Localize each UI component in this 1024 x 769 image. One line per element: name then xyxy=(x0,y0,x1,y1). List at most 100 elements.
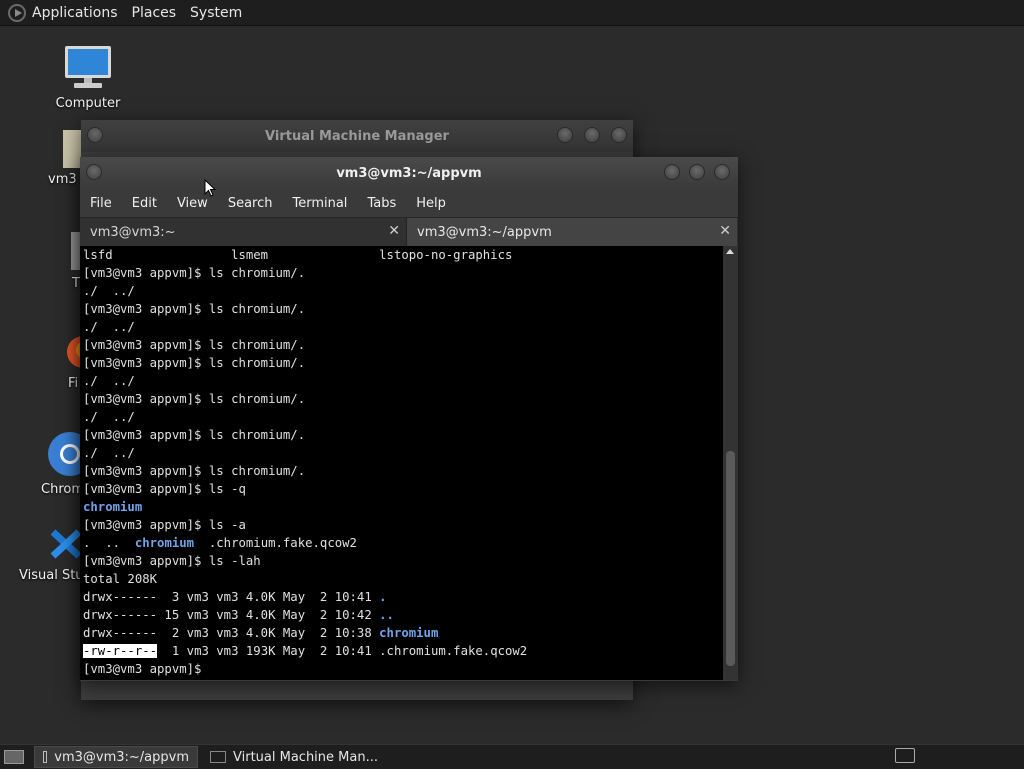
places-menu[interactable]: Places xyxy=(132,5,177,21)
applications-menu[interactable]: Applications xyxy=(32,5,118,21)
terminal-line: chromium xyxy=(80,498,723,516)
terminal-text: drwx------ 2 vm3 vm3 4.0K May 2 10:38 xyxy=(83,626,380,640)
terminal-text: ./ ../ xyxy=(83,284,135,298)
desktop-icon-computer[interactable]: Computer xyxy=(50,44,126,111)
terminal-line: drwx------ 3 vm3 vm3 4.0K May 2 10:41 . xyxy=(80,588,723,606)
taskbar-item-vmm[interactable]: Virtual Machine Man... xyxy=(202,746,386,768)
terminal-line: [vm3@vm3 appvm]$ ls -a xyxy=(80,516,723,534)
maximize-icon[interactable] xyxy=(689,164,705,180)
minimize-icon[interactable] xyxy=(557,127,573,143)
vmm-window-title: Virtual Machine Manager xyxy=(265,128,449,144)
terminal-line: [vm3@vm3 appvm]$ ls chromium/. xyxy=(80,390,723,408)
tab-label: vm3@vm3:~ xyxy=(90,224,176,240)
tab-close-icon[interactable]: ✕ xyxy=(388,223,400,239)
scrollbar-thumb[interactable] xyxy=(726,451,735,666)
terminal-line: ./ ../ xyxy=(80,372,723,390)
terminal-output[interactable]: lsfd lsmem lstopo-no-graphics [vm3@vm3 ap… xyxy=(80,246,723,680)
vmm-titlebar[interactable]: Virtual Machine Manager xyxy=(81,120,633,152)
menu-file[interactable]: File xyxy=(90,196,112,211)
terminal-line: [vm3@vm3 appvm]$ ls chromium/. xyxy=(80,462,723,480)
terminal-line: [vm3@vm3 appvm]$ ls chromium/. xyxy=(80,264,723,282)
window-menu-icon[interactable] xyxy=(86,164,102,180)
chromium-icon xyxy=(48,432,92,476)
desktop-icon-home[interactable]: vm3 xyxy=(48,128,84,187)
terminal-text: [vm3@vm3 appvm]$ ls -a xyxy=(83,518,246,532)
home-folder-icon xyxy=(63,130,83,168)
vscode-icon xyxy=(50,529,82,559)
menu-edit[interactable]: Edit xyxy=(132,196,157,211)
terminal-text: drwx------ 3 vm3 vm3 4.0K May 2 10:41 xyxy=(83,590,380,604)
terminal-tabs: vm3@vm3:~ ✕ vm3@vm3:~/appvm ✕ xyxy=(80,217,738,247)
terminal-menubar: File Edit View Search Terminal Tabs Help xyxy=(80,189,738,217)
terminal-line: . .. chromium .chromium.fake.qcow2 xyxy=(80,534,723,552)
terminal-line: -rw-r--r-- 1 vm3 vm3 193K May 2 10:41 .c… xyxy=(80,642,723,660)
terminal-text: [vm3@vm3 appvm]$ ls chromium/. xyxy=(83,338,306,352)
tab-close-icon[interactable]: ✕ xyxy=(719,223,731,239)
terminal-line: [vm3@vm3 appvm]$ ls chromium/. xyxy=(80,336,723,354)
terminal-line: [vm3@vm3 appvm]$ ls chromium/. xyxy=(80,426,723,444)
minimize-icon[interactable] xyxy=(664,164,680,180)
menu-view[interactable]: View xyxy=(177,196,208,211)
computer-icon xyxy=(65,46,111,88)
terminal-text: .chromium.fake.qcow2 xyxy=(194,536,357,550)
terminal-line: [vm3@vm3 appvm]$ ls chromium/. xyxy=(80,354,723,372)
tab-home[interactable]: vm3@vm3:~ ✕ xyxy=(80,218,407,246)
terminal-text: total 208K xyxy=(83,572,158,586)
system-menu[interactable]: System xyxy=(190,5,242,21)
terminal-titlebar[interactable]: vm3@vm3:~/appvm xyxy=(80,157,738,189)
directory-name: . xyxy=(379,590,387,604)
workspace-switcher-icon[interactable] xyxy=(895,748,915,763)
directory-name: chromium xyxy=(379,626,439,640)
terminal-line: ./ ../ xyxy=(80,444,723,462)
terminal-line: [vm3@vm3 appvm]$ ls -lah xyxy=(80,552,723,570)
menu-search[interactable]: Search xyxy=(228,196,273,211)
terminal-text: [vm3@vm3 appvm]$ ls -lah xyxy=(83,554,261,568)
terminal-scrollbar[interactable] xyxy=(723,246,738,680)
terminal-line: [vm3@vm3 appvm]$ ls -q xyxy=(80,480,723,498)
menu-tabs[interactable]: Tabs xyxy=(367,196,396,211)
directory-name: .. xyxy=(379,608,394,622)
terminal-text: [vm3@vm3 appvm]$ ls chromium/. xyxy=(83,356,306,370)
terminal-line: [vm3@vm3 appvm]$ xyxy=(80,660,723,678)
terminal-line: [vm3@vm3 appvm]$ ls chromium/. xyxy=(80,300,723,318)
directory-name: chromium xyxy=(134,536,195,550)
scroll-up-icon[interactable] xyxy=(726,249,734,254)
desktop-icon-vscode[interactable]: Visual Stud xyxy=(19,526,92,583)
terminal-text: [vm3@vm3 appvm]$ ls chromium/. xyxy=(83,428,306,442)
close-icon[interactable] xyxy=(714,164,730,180)
terminal-line: drwx------ 2 vm3 vm3 4.0K May 2 10:38 ch… xyxy=(80,624,723,642)
vmm-icon xyxy=(210,751,226,763)
mouse-pointer-icon xyxy=(204,179,216,197)
terminal-text: [vm3@vm3 appvm]$ ls chromium/. xyxy=(83,464,306,478)
terminal-line: ./ ../ xyxy=(80,282,723,300)
terminal-text: [vm3@vm3 appvm]$ ls chromium/. xyxy=(83,392,306,406)
maximize-icon[interactable] xyxy=(584,127,600,143)
menu-terminal[interactable]: Terminal xyxy=(292,196,347,211)
tab-appvm[interactable]: vm3@vm3:~/appvm ✕ xyxy=(407,218,737,246)
menu-help[interactable]: Help xyxy=(416,196,446,211)
window-menu-icon[interactable] xyxy=(87,127,103,143)
terminal-text: . .. xyxy=(83,536,135,550)
terminal-text: [vm3@vm3 appvm]$ ls -q xyxy=(83,482,246,496)
terminal-text: drwx------ 15 vm3 vm3 4.0K May 2 10:42 xyxy=(83,608,380,622)
terminal-line: lsfd lsmem lstopo-no-graphics xyxy=(80,246,723,264)
terminal-window-title: vm3@vm3:~/appvm xyxy=(336,165,482,181)
terminal-text: ./ ../ xyxy=(83,446,135,460)
terminal-text: ./ ../ xyxy=(83,410,135,424)
terminal-line: total 208K xyxy=(80,570,723,588)
taskbar-item-terminal[interactable]: vm3@vm3:~/appvm xyxy=(34,746,198,768)
terminal-line: ./ ../ xyxy=(80,318,723,336)
terminal-text: [vm3@vm3 appvm]$ ls chromium/. xyxy=(83,266,306,280)
desktop-icon-chromium[interactable]: Chrom xyxy=(40,430,92,497)
terminal-text: 1 vm3 vm3 193K May 2 10:41 .chromium.fak… xyxy=(157,644,528,658)
tab-label: vm3@vm3:~/appvm xyxy=(417,224,552,240)
terminal-window[interactable]: vm3@vm3:~/appvm File Edit View Search Te… xyxy=(80,157,738,681)
terminal-text: ./ ../ xyxy=(83,320,135,334)
close-icon[interactable] xyxy=(611,127,627,143)
terminal-line: ./ ../ xyxy=(80,408,723,426)
highlighted-text: -rw-r--r-- xyxy=(83,644,158,658)
show-desktop-icon[interactable] xyxy=(4,750,24,764)
distro-logo-icon[interactable] xyxy=(8,3,26,22)
terminal-line: drwx------ 15 vm3 vm3 4.0K May 2 10:42 .… xyxy=(80,606,723,624)
terminal-text: lsfd lsmem lstopo-no-graphics xyxy=(83,248,513,262)
